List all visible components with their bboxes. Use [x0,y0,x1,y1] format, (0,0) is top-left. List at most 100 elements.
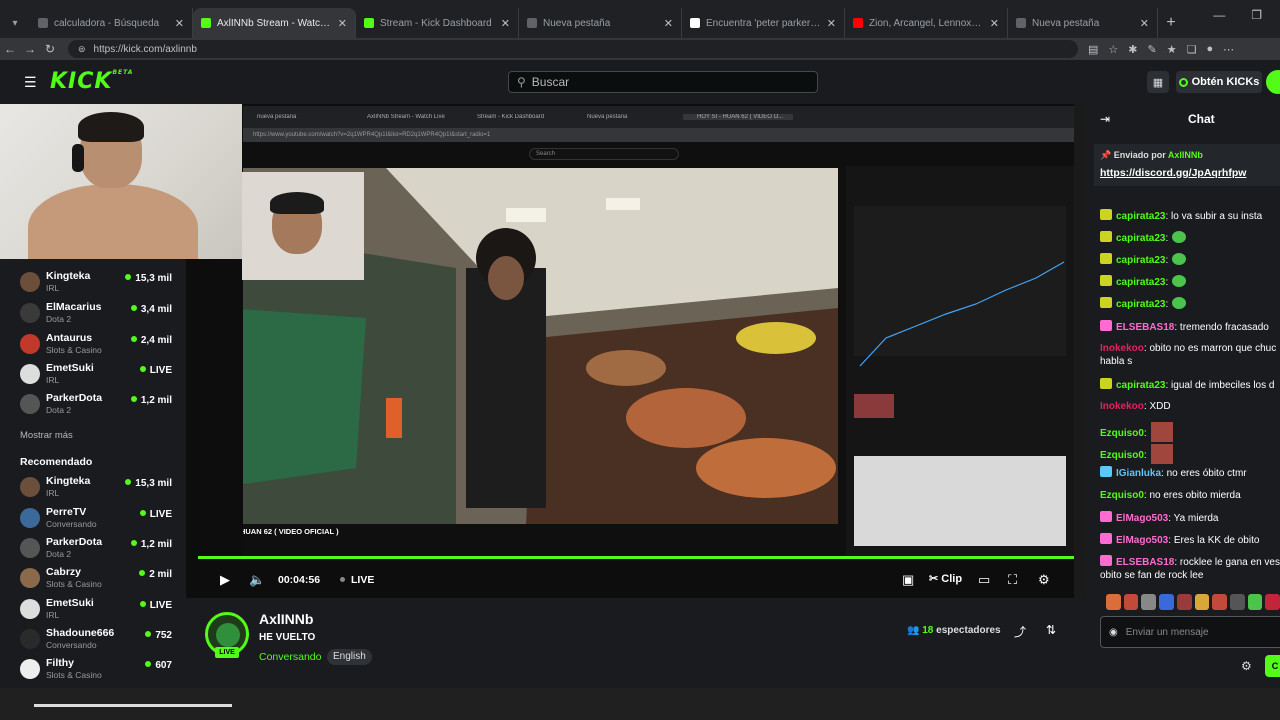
sidebar-channel[interactable]: Kingteka IRL 15,3 mil [18,475,178,503]
pinned-link[interactable]: https://discord.gg/JpAqrhfpw [1100,167,1246,179]
show-more-link[interactable]: Mostrar más [20,430,73,441]
browser-tab[interactable]: Stream - Kick Dashboard ✕ [356,8,519,38]
url-field[interactable]: ⊜ https://kick.com/axlinnb [68,40,1078,58]
emote-icon [1172,297,1187,309]
sidebar-channel[interactable]: Cabrzy Slots & Casino 2 mil [18,566,178,594]
clip-button[interactable]: ✂ Clip [929,572,962,585]
emote-icon[interactable] [1229,594,1245,610]
new-tab-icon[interactable]: + [1158,8,1184,38]
theater-mode-icon[interactable]: ▣ [902,572,914,588]
chat-send-button[interactable]: C [1265,655,1280,677]
chat-input[interactable] [1125,626,1266,638]
sidebar-channel[interactable]: ParkerDota Dota 2 1,2 mil [18,536,178,564]
close-tab-icon[interactable]: ✕ [501,17,510,30]
sidebar-channel[interactable]: ElMacarius Dota 2 3,4 mil [18,301,178,329]
volume-icon[interactable]: 🔈 [249,572,265,588]
get-kicks-button[interactable]: Obtén KICKs [1176,71,1262,93]
chat-username[interactable]: Inokekoo [1100,401,1144,412]
emote-icon[interactable] [1194,594,1210,610]
site-info-icon[interactable]: ⊜ [78,44,86,55]
browser-tab[interactable]: Zion, Arcangel, Lennox, RKM, Che ✕ [845,8,1008,38]
chat-username[interactable]: capirata23 [1116,233,1165,244]
kick-logo[interactable]: KICKBETA [50,69,133,94]
chat-username[interactable]: capirata23 [1116,277,1165,288]
tab-search-dropdown-icon[interactable]: ▾ [0,8,30,38]
channel-viewers: 15,3 mil [125,273,172,284]
fullscreen-icon[interactable]: ⛶ [1008,572,1017,588]
sidebar-channel[interactable]: EmetSuki IRL LIVE [18,597,178,625]
close-tab-icon[interactable]: ✕ [664,17,673,30]
more-options-icon[interactable]: ⇅ [1046,623,1056,637]
chat-username[interactable]: ELSEBAS18 [1116,557,1174,568]
profile-icon[interactable]: ● [1206,43,1213,56]
language-tag[interactable]: English [327,649,372,665]
collapse-chat-icon[interactable]: ⇥ [1100,112,1110,126]
pip-icon[interactable]: ▭ [978,572,990,588]
share-icon[interactable]: ⤴ [1014,623,1026,640]
search-input[interactable] [531,75,802,89]
search-box[interactable]: ⚲ [508,71,818,93]
settings-icon[interactable]: ⚙ [1038,572,1050,588]
chat-username[interactable]: Inokekoo [1100,343,1144,354]
dashboard-icon[interactable]: ▦ [1147,71,1169,93]
play-icon[interactable]: ▶ [220,572,230,588]
close-tab-icon[interactable]: ✕ [338,17,347,30]
chat-username[interactable]: ElMago503 [1116,513,1168,524]
maximize-icon[interactable]: ❐ [1251,8,1262,22]
sidebar-channel[interactable]: Kingteka IRL 15,3 mil [18,270,178,298]
reload-icon[interactable]: ↻ [40,42,60,56]
brush-icon[interactable]: ✎ [1148,43,1157,56]
chat-settings-icon[interactable]: ⚙ [1241,659,1252,673]
chat-username[interactable]: ELSEBAS18 [1116,322,1174,333]
streamer-name[interactable]: AxlINNb [259,611,313,627]
chat-username[interactable]: IGianluka [1116,468,1161,479]
emote-icon[interactable] [1212,594,1227,610]
chat-username[interactable]: capirata23 [1116,299,1165,310]
chat-username[interactable]: ElMago503 [1116,535,1168,546]
extension-icon[interactable]: ✱ [1128,43,1137,56]
collections-icon[interactable]: ❏ [1187,43,1197,56]
sidebar-channel[interactable]: EmetSuki IRL LIVE [18,362,178,390]
bookmark-star-icon[interactable]: ☆ [1108,43,1118,56]
chat-username[interactable]: Ezquiso0 [1100,490,1144,501]
emote-icon[interactable] [1176,594,1192,610]
sidebar-channel[interactable]: Shadoune666 Conversando 752 [18,627,178,655]
chat-username[interactable]: capirata23 [1116,380,1165,391]
live-progress-bar[interactable] [198,556,1074,559]
browser-tab[interactable]: calculadora - Búsqueda ✕ [30,8,193,38]
user-avatar[interactable] [1266,70,1280,94]
forward-icon[interactable]: → [20,42,40,56]
sidebar-channel[interactable]: Antaurus Slots & Casino 2,4 mil [18,332,178,360]
browser-tab-active[interactable]: AxlINNb Stream - Watch Live on Kick ✕ [193,8,356,38]
menu-icon[interactable]: ☰ [24,74,37,91]
chat-username[interactable]: capirata23 [1116,211,1165,222]
emote-icon[interactable] [1247,594,1263,610]
close-tab-icon[interactable]: ✕ [1140,17,1149,30]
emote-icon[interactable] [1123,594,1139,610]
favorites-icon[interactable]: ★ [1167,43,1177,56]
chat-input-box[interactable]: ◉ [1100,616,1280,648]
close-tab-icon[interactable]: ✕ [827,17,836,30]
pinned-user[interactable]: AxlINNb [1168,150,1203,160]
emote-icon[interactable] [1265,594,1280,610]
sidebar-channel[interactable]: Filthy Slots & Casino 607 [18,657,178,685]
browser-tab[interactable]: Nueva pestaña ✕ [519,8,682,38]
browser-tab[interactable]: Encuentra 'peter parker ' en TikTok ✕ [682,8,845,38]
back-icon[interactable]: ← [0,42,20,56]
close-tab-icon[interactable]: ✕ [990,17,999,30]
stream-category[interactable]: Conversando [259,651,321,663]
live-indicator[interactable]: LIVE [340,574,374,586]
chat-username[interactable]: capirata23 [1116,255,1165,266]
reader-icon[interactable]: ▤ [1088,43,1098,56]
browser-tab[interactable]: Nueva pestaña ✕ [1008,8,1158,38]
minimize-icon[interactable]: — [1213,8,1225,22]
more-icon[interactable]: ⋯ [1223,43,1234,56]
emote-icon[interactable] [1159,594,1174,610]
sidebar-channel[interactable]: ParkerDota Dota 2 1,2 mil [18,392,178,420]
close-tab-icon[interactable]: ✕ [175,17,184,30]
emote-icon[interactable] [1106,594,1121,610]
sidebar-channel[interactable]: PerreTV Conversando LIVE [18,506,178,534]
emote-icon[interactable] [1141,594,1157,610]
chat-username[interactable]: Ezquiso0 [1100,450,1144,461]
chat-username[interactable]: Ezquiso0 [1100,428,1144,439]
